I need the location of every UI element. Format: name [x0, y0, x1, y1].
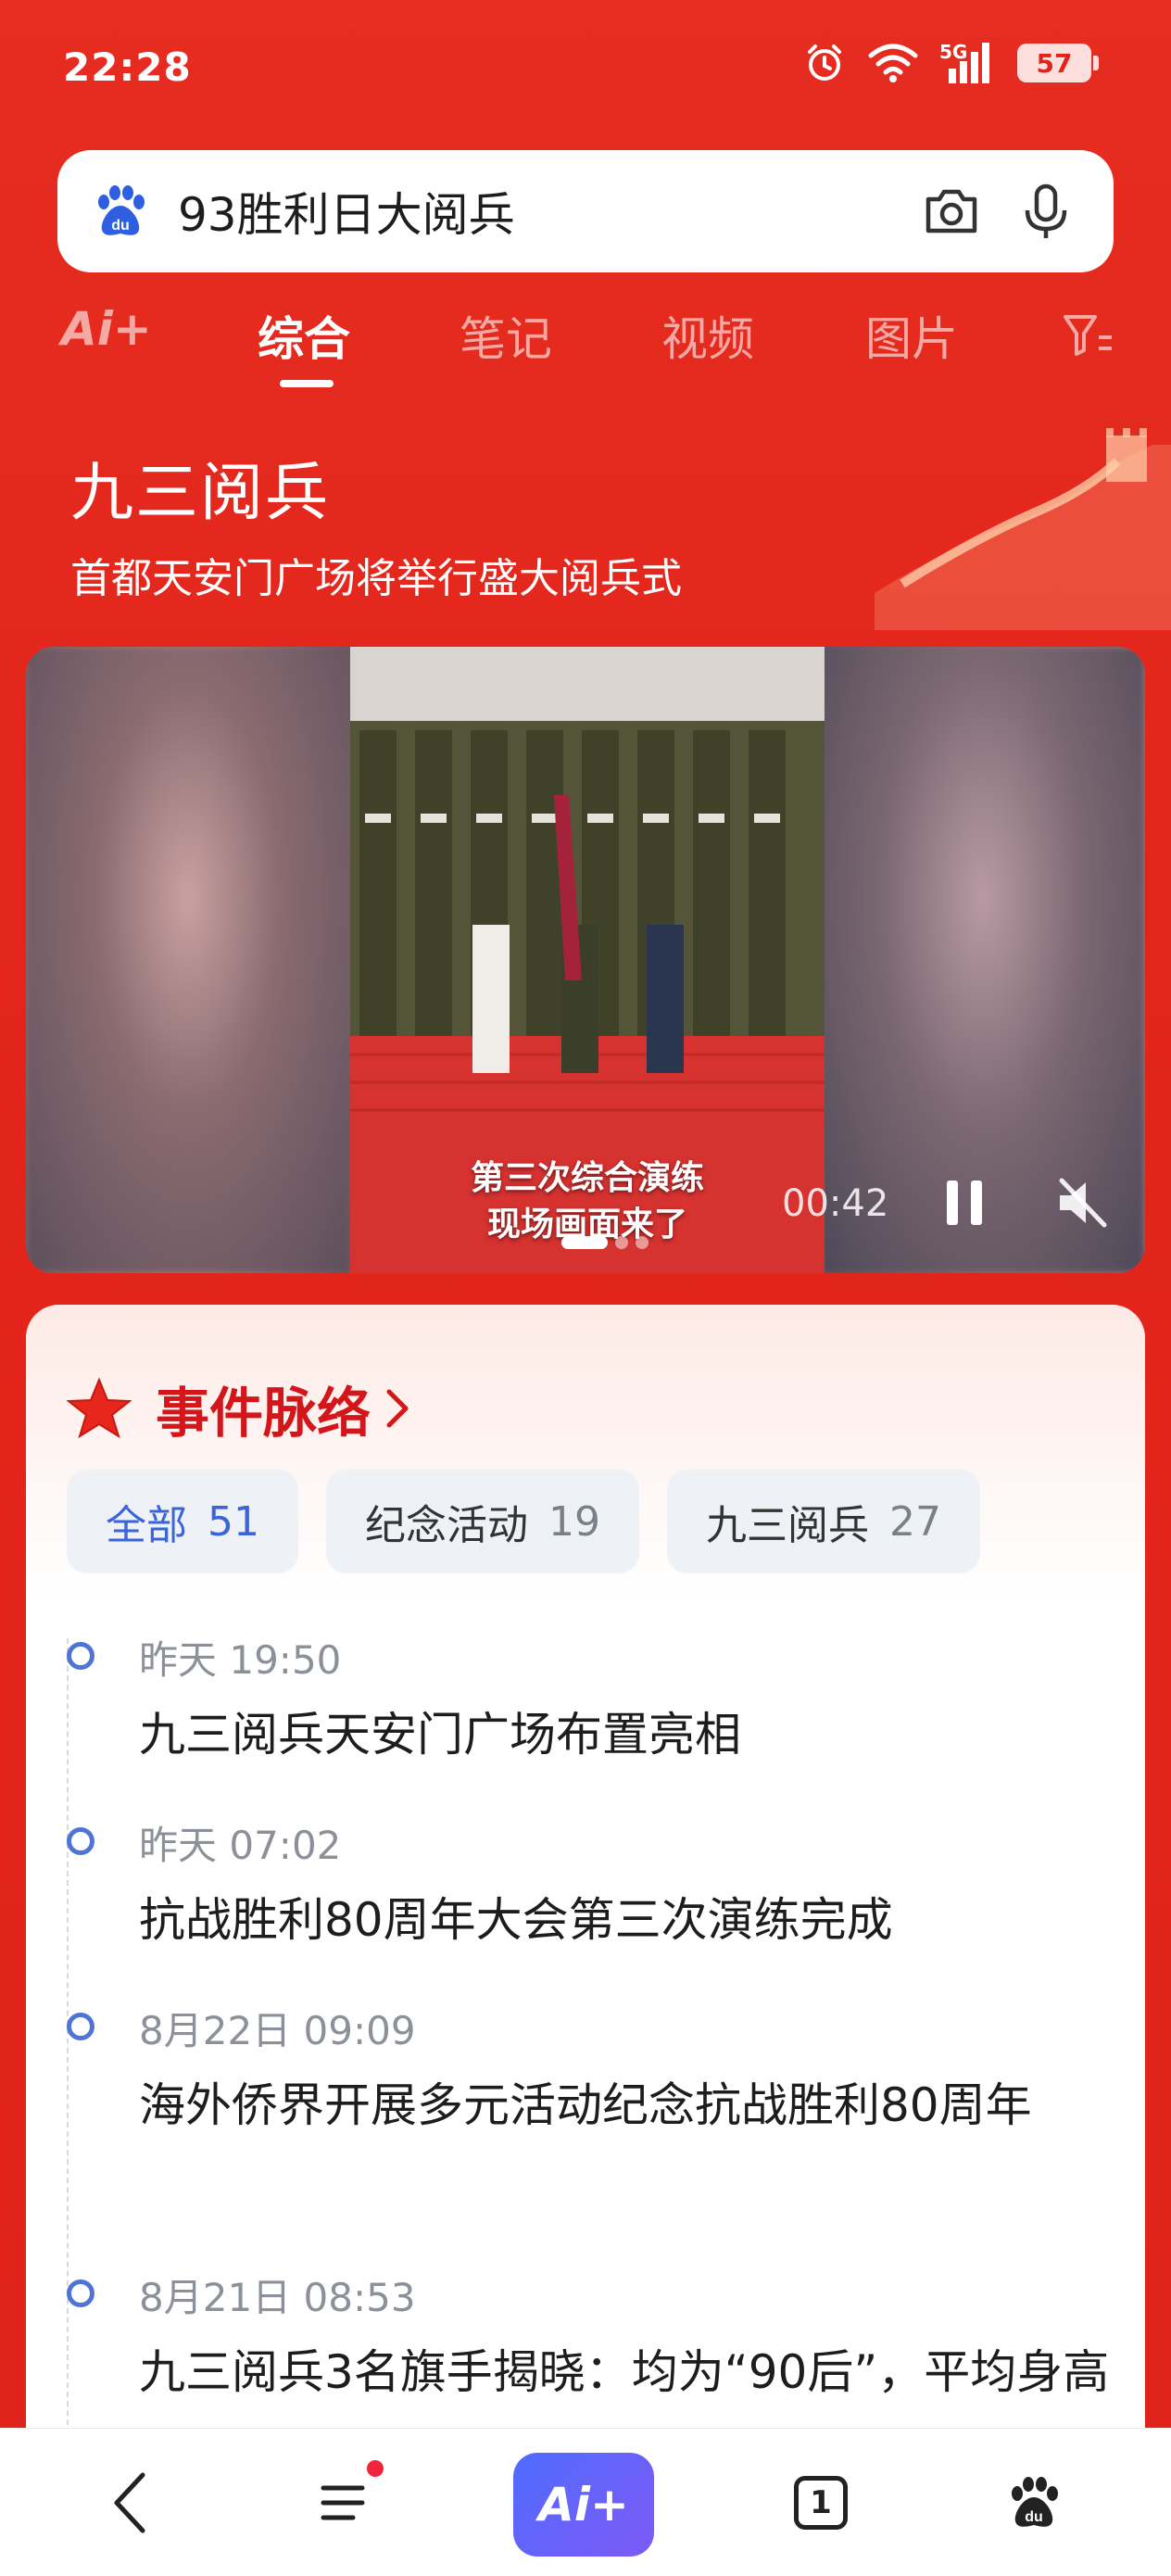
menu-icon [321, 2485, 365, 2520]
event-timeline-card: 事件脉络 全部 51 纪念活动 19 九三阅兵 27 昨天 19:50 九三阅兵… [26, 1305, 1145, 2576]
baidu-paw-icon: du [1012, 2477, 1058, 2527]
events-header[interactable]: 事件脉络 [67, 1370, 411, 1447]
timeline-dot [67, 2279, 94, 2307]
tab-all-label: 综合 [258, 312, 350, 366]
tab-ai[interactable]: Ai+ [61, 302, 152, 356]
search-bar[interactable]: du 93胜利日大阅兵 [57, 150, 1114, 272]
baidu-logo-icon: du [98, 185, 145, 235]
chip-parade[interactable]: 九三阅兵 27 [667, 1470, 980, 1573]
active-tab-indicator [280, 380, 334, 387]
back-button[interactable] [93, 2447, 167, 2558]
chip-count: 27 [889, 1497, 941, 1546]
mute-icon[interactable] [1054, 1175, 1110, 1231]
tab-video-label: 视频 [661, 312, 754, 366]
video-pagination-dots [561, 1236, 648, 1249]
notification-dot [367, 2460, 384, 2477]
baidu-home-button[interactable]: du [997, 2447, 1071, 2558]
search-tabs: Ai+ 综合 笔记 视频 图片 [0, 295, 1171, 397]
back-arrow-icon [114, 2472, 145, 2533]
filter-chips: 全部 51 纪念活动 19 九三阅兵 27 [67, 1470, 980, 1573]
chip-label: 九三阅兵 [706, 1502, 869, 1549]
timeline-time: 昨天 19:50 [139, 1637, 342, 1683]
tab-count-badge: 1 [794, 2476, 848, 2530]
pause-icon[interactable] [941, 1177, 988, 1229]
signal-icon: 5G [939, 41, 997, 85]
timeline-text: 海外侨界开展多元活动纪念抗战胜利80周年 [139, 2078, 1032, 2132]
timeline-item[interactable]: 昨天 07:02 抗战胜利80周年大会第三次演练完成 [67, 1814, 1123, 1972]
tabs-button[interactable]: 1 [784, 2447, 858, 2558]
chip-count: 51 [208, 1497, 259, 1546]
status-bar: 22:28 5G 57 [0, 0, 1171, 139]
tab-ai-label: Ai+ [61, 302, 152, 356]
events-title: 事件脉络 [156, 1382, 371, 1445]
timeline-time: 昨天 07:02 [139, 1823, 342, 1868]
chip-label: 纪念活动 [365, 1502, 528, 1549]
filter-icon[interactable] [1062, 311, 1114, 360]
status-icons: 5G 57 [802, 41, 1099, 85]
timeline-text: 抗战胜利80周年大会第三次演练完成 [139, 1893, 893, 1947]
timeline-dot [67, 2013, 94, 2040]
timeline-item[interactable]: 昨天 19:50 九三阅兵天安门广场布置亮相 [67, 1629, 1123, 1787]
tab-notes-label: 笔记 [460, 312, 552, 366]
timeline-text: 九三阅兵天安门广场布置亮相 [139, 1708, 741, 1762]
chip-label: 全部 [106, 1502, 187, 1549]
tab-count: 1 [810, 2484, 832, 2521]
menu-button[interactable] [311, 2447, 385, 2558]
tab-images[interactable]: 图片 [865, 302, 958, 369]
timeline-time: 8月22日 09:09 [139, 2008, 416, 2053]
video-player[interactable]: 第三次综合演练 现场画面来了 00:42 [26, 647, 1145, 1273]
video-caption-line1: 第三次综合演练 [470, 1159, 704, 1197]
hero-subtitle: 首都天安门广场将举行盛大阅兵式 [70, 555, 682, 602]
wifi-icon [868, 44, 918, 82]
pagination-dot-active [561, 1236, 608, 1249]
chevron-right-icon [386, 1389, 409, 1428]
tab-video[interactable]: 视频 [661, 302, 754, 369]
chip-count: 19 [548, 1497, 600, 1546]
ai-assistant-button[interactable]: Ai+ [513, 2453, 654, 2557]
tab-images-label: 图片 [865, 312, 958, 366]
search-input[interactable]: 93胜利日大阅兵 [178, 178, 888, 245]
pagination-dot [615, 1236, 628, 1249]
timeline-item[interactable]: 8月22日 09:09 海外侨界开展多元活动纪念抗战胜利80周年 [67, 2000, 1123, 2241]
bottom-navigation: Ai+ 1 du [0, 2428, 1171, 2576]
battery-indicator: 57 [1017, 44, 1099, 82]
microphone-icon[interactable] [1015, 181, 1077, 242]
timeline-dot [67, 1827, 94, 1855]
timeline-dot [67, 1642, 94, 1670]
star-icon [67, 1377, 132, 1439]
hero-title: 九三阅兵 [70, 457, 331, 530]
camera-icon[interactable] [921, 181, 982, 242]
timeline-time: 8月21日 08:53 [139, 2275, 416, 2320]
search-results-page: 22:28 5G 57 du 93胜利日大阅兵 Ai+ 综合 笔记 视频 图片 … [0, 0, 1171, 2576]
svg-text:du: du [1025, 2509, 1043, 2525]
status-time: 22:28 [63, 44, 192, 90]
pagination-dot [636, 1236, 648, 1249]
svg-text:du: du [111, 218, 130, 234]
chip-commemoration[interactable]: 纪念活动 19 [326, 1470, 639, 1573]
great-wall-illustration [875, 428, 1171, 630]
video-duration: 00:42 [782, 1182, 889, 1225]
video-blur-left [26, 647, 350, 1273]
chip-all[interactable]: 全部 51 [67, 1470, 298, 1573]
tab-notes[interactable]: 笔记 [460, 302, 552, 369]
tab-all[interactable]: 综合 [258, 302, 350, 369]
alarm-icon [808, 44, 841, 81]
